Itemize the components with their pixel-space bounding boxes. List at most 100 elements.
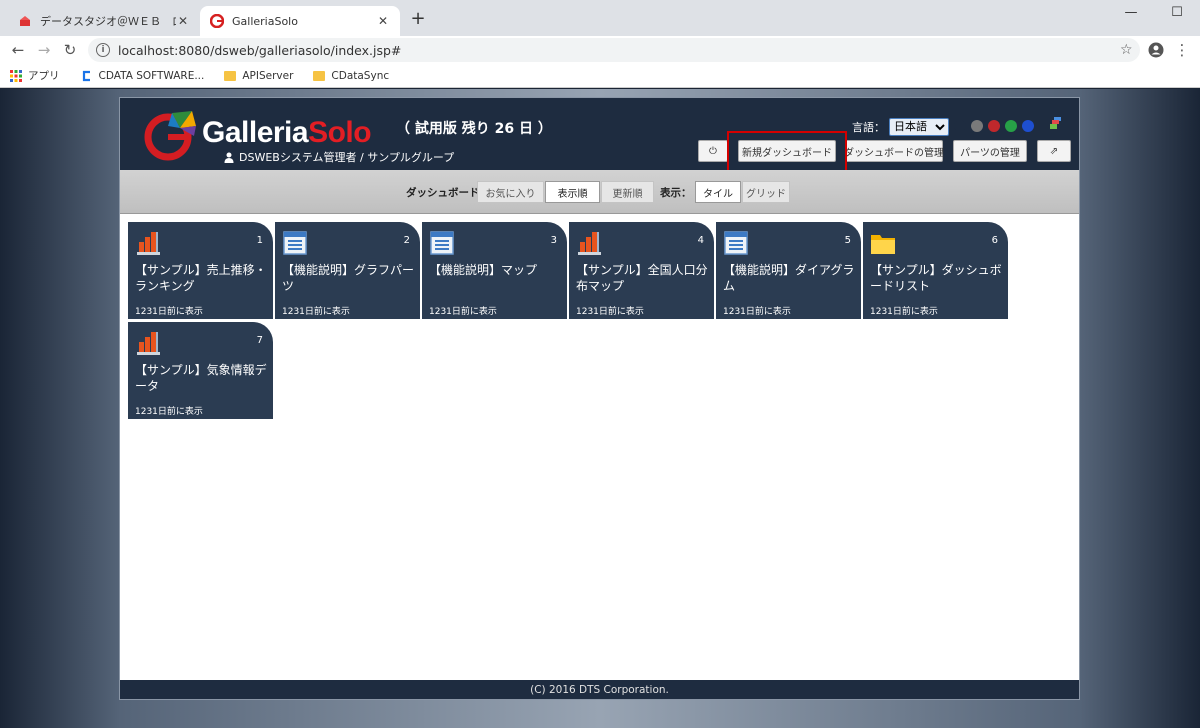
language-label: 言語：: [852, 121, 885, 134]
tab-close-icon[interactable]: ✕: [376, 14, 390, 28]
dashboard-tile[interactable]: 7 【サンプル】気象情報データ 1231日前に表示: [128, 322, 273, 419]
tile-number: 2: [403, 235, 410, 246]
tile-title: 【サンプル】気象情報データ: [135, 363, 267, 393]
forward-icon[interactable]: →: [34, 40, 54, 60]
theme-green-button[interactable]: [1005, 120, 1017, 132]
user-name: DSWEBシステム管理者 / サンプルグループ: [239, 151, 455, 164]
theme-gray-button[interactable]: [971, 120, 983, 132]
bookmarks-bar: アプリ CDATA SOFTWARE... APIServer CDataSyn…: [0, 64, 1200, 88]
tile-title: 【機能説明】グラフパーツ: [282, 263, 415, 293]
manage-dashboard-button[interactable]: ダッシュボードの管理: [844, 140, 944, 162]
dashboard-tile[interactable]: 3 【機能説明】マップ 1231日前に表示: [422, 222, 567, 319]
tile-title: 【サンプル】売上推移・ランキング: [135, 263, 267, 293]
update-order-button[interactable]: 更新順: [601, 181, 654, 203]
theme-color-picker: [954, 120, 1039, 132]
browser-toolbar: ← → ↻ i localhost:8080/dsweb/galleriasol…: [0, 36, 1200, 64]
tile-number: 6: [991, 235, 998, 246]
apps-grid-icon: [10, 69, 22, 82]
favorites-button[interactable]: お気に入り: [477, 181, 544, 203]
maximize-icon[interactable]: ☐: [1154, 0, 1200, 24]
tile-last-viewed: 1231日前に表示: [282, 307, 350, 317]
language-selector: 言語： 日本語: [852, 118, 949, 136]
bar-chart-icon: [576, 230, 602, 256]
document-icon: [282, 230, 308, 256]
bookmark-star-icon[interactable]: ☆: [1120, 42, 1140, 58]
theme-navy-button[interactable]: [954, 120, 966, 132]
back-icon[interactable]: ←: [8, 40, 28, 60]
bookmark-apiserver[interactable]: APIServer: [224, 70, 293, 82]
power-button[interactable]: ⏻: [698, 140, 728, 162]
external-link-button[interactable]: ⇗: [1037, 140, 1071, 162]
dashboard-tile[interactable]: 6 【サンプル】ダッシュボードリスト 1231日前に表示: [863, 222, 1008, 319]
document-icon: [723, 230, 749, 256]
tile-title: 【機能説明】マップ: [429, 263, 538, 277]
tile-number: 5: [844, 235, 851, 246]
user-info: DSWEBシステム管理者 / サンプルグループ: [224, 149, 454, 165]
tile-title: 【サンプル】全国人口分布マップ: [576, 263, 708, 293]
datastudio-favicon-icon: [20, 16, 30, 26]
folder-icon: [313, 70, 326, 81]
profile-icon[interactable]: [1146, 40, 1166, 60]
new-tab-button[interactable]: +: [408, 8, 428, 29]
tile-last-viewed: 1231日前に表示: [870, 307, 938, 317]
tile-last-viewed: 1231日前に表示: [576, 307, 644, 317]
cdata-icon: [82, 70, 90, 81]
url-text: localhost:8080/dsweb/galleriasolo/index.…: [118, 42, 402, 58]
language-select[interactable]: 日本語: [889, 118, 949, 136]
dashboard-tile[interactable]: 5 【機能説明】ダイアグラム 1231日前に表示: [716, 222, 861, 319]
display-order-button[interactable]: 表示順: [545, 181, 600, 203]
tile-last-viewed: 1231日前に表示: [723, 307, 791, 317]
info-icon[interactable]: i: [96, 43, 110, 57]
reload-icon[interactable]: ↻: [60, 40, 80, 60]
dashboard-tiles: 1 【サンプル】売上推移・ランキング 1231日前に表示 2 【機能説明】グラフパーツ 1…: [128, 222, 1072, 622]
tile-last-viewed: 1231日前に表示: [135, 307, 203, 317]
galleriasolo-logo-icon: [144, 111, 196, 161]
theme-blue-button[interactable]: [1022, 120, 1034, 132]
theme-red-button[interactable]: [988, 120, 1000, 132]
app-logo-text: GalleriaSolo: [202, 116, 372, 149]
bookmark-label: CDataSync: [331, 69, 390, 82]
bookmark-label: APIServer: [242, 69, 294, 82]
tile-number: 3: [550, 235, 557, 246]
bookmark-apps[interactable]: アプリ: [10, 68, 60, 83]
app-header: GalleriaSolo （ 試用版 残り 26 日 ） DSWEBシステム管理…: [120, 98, 1079, 177]
bar-chart-icon: [135, 230, 161, 256]
tile-number: 4: [697, 235, 704, 246]
layers-icon[interactable]: [1050, 117, 1062, 129]
user-icon: [224, 152, 234, 163]
folder-icon: [224, 70, 237, 81]
browser-titlebar: データスタジオ＠ＷＥＢ ログイン画面 ✕ GalleriaSolo ✕ + — …: [0, 0, 1200, 36]
bar-chart-icon: [135, 330, 161, 356]
view-label: 表示：: [660, 187, 692, 199]
tile-number: 1: [256, 235, 263, 246]
document-icon: [429, 230, 455, 256]
bookmark-label: アプリ: [28, 70, 60, 82]
tile-title: 【サンプル】ダッシュボードリスト: [870, 263, 1002, 293]
address-bar[interactable]: i localhost:8080/dsweb/galleriasolo/inde…: [88, 38, 1140, 62]
tab-login[interactable]: データスタジオ＠ＷＥＢ ログイン画面 ✕: [8, 6, 200, 36]
bookmark-cdatasync[interactable]: CDataSync: [313, 70, 389, 82]
tile-title: 【機能説明】ダイアグラム: [723, 263, 855, 293]
trial-status: （ 試用版 残り 26 日 ）: [396, 121, 552, 137]
tab-title: GalleriaSolo: [232, 14, 298, 28]
minimize-icon[interactable]: —: [1108, 0, 1154, 24]
tile-last-viewed: 1231日前に表示: [429, 307, 497, 317]
app-container: GalleriaSolo （ 試用版 残り 26 日 ） DSWEBシステム管理…: [119, 97, 1080, 700]
bookmark-label: CDATA SOFTWARE...: [98, 69, 205, 82]
grid-view-button[interactable]: グリッド: [742, 181, 790, 203]
tab-galleriasolo[interactable]: GalleriaSolo ✕: [200, 6, 400, 36]
manage-parts-button[interactable]: パーツの管理: [953, 140, 1027, 162]
dashboard-toolbar: ダッシュボード： お気に入り 表示順 更新順 表示： タイル グリッド: [120, 170, 1079, 214]
folder-icon: [870, 230, 896, 256]
dashboard-tile[interactable]: 2 【機能説明】グラフパーツ 1231日前に表示: [275, 222, 420, 319]
tab-close-icon[interactable]: ✕: [176, 14, 190, 28]
copyright-footer: (C) 2016 DTS Corporation.: [120, 680, 1079, 699]
dashboard-tile[interactable]: 1 【サンプル】売上推移・ランキング 1231日前に表示: [128, 222, 273, 319]
galleriasolo-favicon-icon: [210, 14, 224, 28]
menu-icon[interactable]: ⋮: [1172, 40, 1192, 60]
tile-number: 7: [256, 335, 263, 346]
page-background: GalleriaSolo （ 試用版 残り 26 日 ） DSWEBシステム管理…: [0, 89, 1200, 728]
dashboard-tile[interactable]: 4 【サンプル】全国人口分布マップ 1231日前に表示: [569, 222, 714, 319]
tile-view-button[interactable]: タイル: [695, 181, 741, 203]
bookmark-cdata[interactable]: CDATA SOFTWARE...: [80, 69, 205, 82]
